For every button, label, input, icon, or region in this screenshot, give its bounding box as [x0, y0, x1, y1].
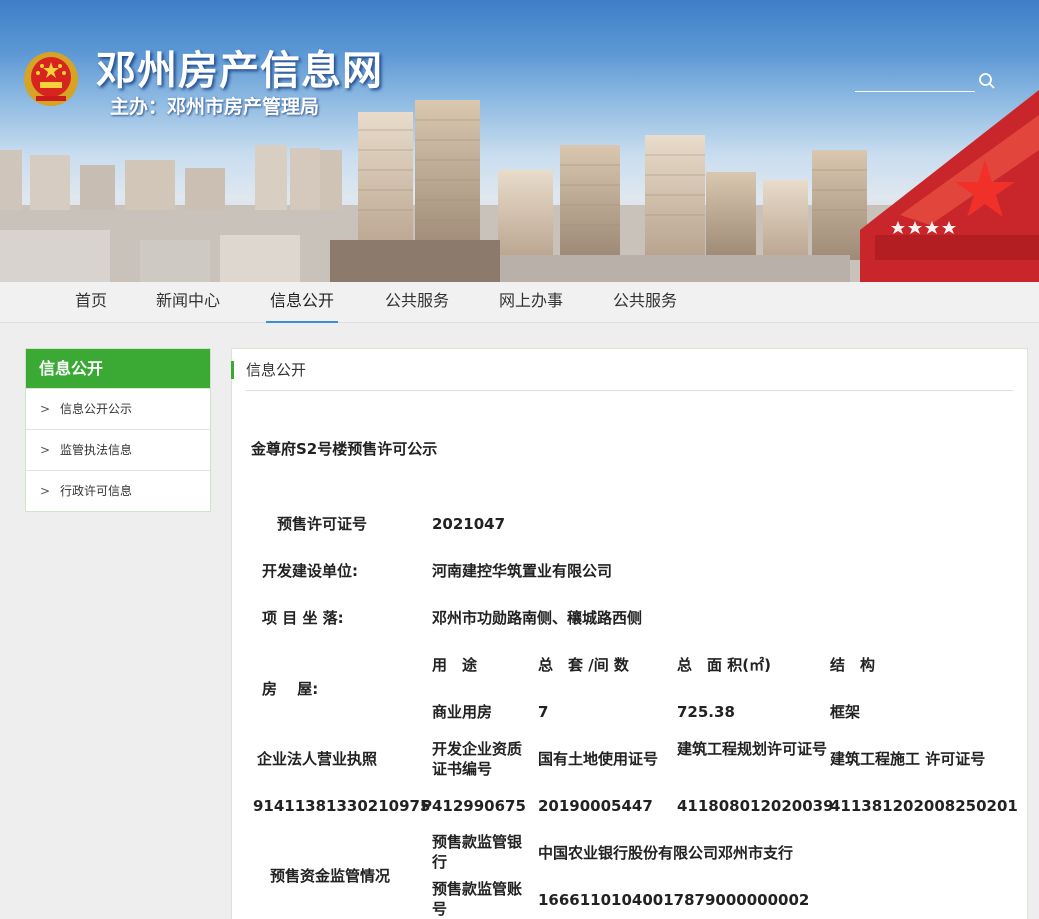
main-nav: 首页 新闻中心 信息公开 公共服务 网上办事 公共服务: [0, 282, 1039, 323]
chevron-right-icon: >: [40, 484, 51, 498]
search-input[interactable]: [855, 70, 975, 92]
search-icon[interactable]: [978, 72, 996, 90]
site-subtitle: 主办：邓州市房产管理局: [110, 96, 320, 118]
business-license-value: 91411381330210975: [253, 797, 431, 815]
location-value: 邓州市功勋路南侧、穰城路西侧: [432, 609, 643, 627]
housing-units-value: 7: [538, 703, 549, 721]
sidebar-item-permits[interactable]: > 行政许可信息: [26, 470, 210, 511]
document-title: 金尊府S2号楼预售许可公示: [251, 440, 438, 458]
housing-structure-value: 框架: [830, 703, 861, 721]
nav-item-public-service-2[interactable]: 公共服务: [609, 282, 681, 323]
housing-label: 房 屋:: [262, 680, 319, 698]
panel-heading: 信息公开: [231, 349, 1013, 391]
chevron-right-icon: >: [40, 402, 51, 416]
sidebar-item-label: 行政许可信息: [60, 484, 133, 498]
chevron-right-icon: >: [40, 443, 51, 457]
housing-use-value: 商业用房: [432, 703, 493, 721]
license-header-business: 企业法人营业执照: [257, 750, 378, 768]
construction-permit-value: 411381202008250201: [830, 797, 1018, 815]
emblem-icon: [24, 52, 78, 106]
planning-permit-value: 411808012020039: [677, 797, 834, 815]
housing-header-units: 总 套 /间 数: [538, 656, 629, 674]
license-header-planning: 建筑工程规划许可证号: [677, 740, 828, 758]
housing-header-use: 用 途: [432, 656, 478, 674]
escrow-bank-label: 预售款监管银行: [432, 833, 523, 871]
content-panel: 信息公开 金尊府S2号楼预售许可公示 预售许可证号 2021047 开发建设单位…: [231, 348, 1028, 919]
escrow-account-value: 16661101040017879000000002: [538, 891, 810, 909]
escrow-label: 预售资金监管情况: [270, 867, 391, 885]
housing-header-structure: 结 构: [830, 656, 876, 674]
sidebar: 信息公开 > 信息公开公示 > 监管执法信息 > 行政许可信息: [25, 348, 211, 512]
nav-item-public-service[interactable]: 公共服务: [381, 282, 453, 323]
header-banner: 邓州房产信息网 主办：邓州市房产管理局: [0, 0, 1039, 282]
nav-item-news[interactable]: 新闻中心: [152, 282, 224, 323]
sidebar-item-enforcement[interactable]: > 监管执法信息: [26, 429, 210, 470]
sidebar-item-info-notice[interactable]: > 信息公开公示: [26, 388, 210, 429]
nav-item-home[interactable]: 首页: [66, 282, 116, 323]
housing-header-area: 总 面 积(㎡): [677, 656, 771, 674]
land-certificate-value: 20190005447: [538, 797, 653, 815]
permit-number-label: 预售许可证号: [277, 515, 368, 533]
developer-label: 开发建设单位:: [262, 562, 358, 580]
sidebar-item-label: 监管执法信息: [60, 443, 133, 457]
housing-area-value: 725.38: [677, 703, 735, 721]
nav-item-info-disclosure[interactable]: 信息公开: [266, 282, 338, 323]
license-header-land: 国有土地使用证号: [538, 750, 659, 768]
sidebar-item-label: 信息公开公示: [60, 402, 133, 416]
permit-number-value: 2021047: [432, 515, 506, 533]
license-header-construction: 建筑工程施工 许可证号: [830, 750, 986, 768]
escrow-bank-value: 中国农业银行股份有限公司邓州市支行: [538, 844, 794, 862]
developer-value: 河南建控华筑置业有限公司: [432, 562, 613, 580]
nav-item-online-service[interactable]: 网上办事: [495, 282, 567, 323]
qualification-number-value: P412990675: [421, 797, 526, 815]
license-header-qualification: 开发企业资质证书编号: [432, 740, 523, 778]
site-title: 邓州房产信息网: [96, 47, 383, 94]
sidebar-title: 信息公开: [26, 349, 210, 388]
location-label: 项 目 坐 落:: [262, 609, 344, 627]
escrow-account-label: 预售款监管账号: [432, 880, 523, 918]
